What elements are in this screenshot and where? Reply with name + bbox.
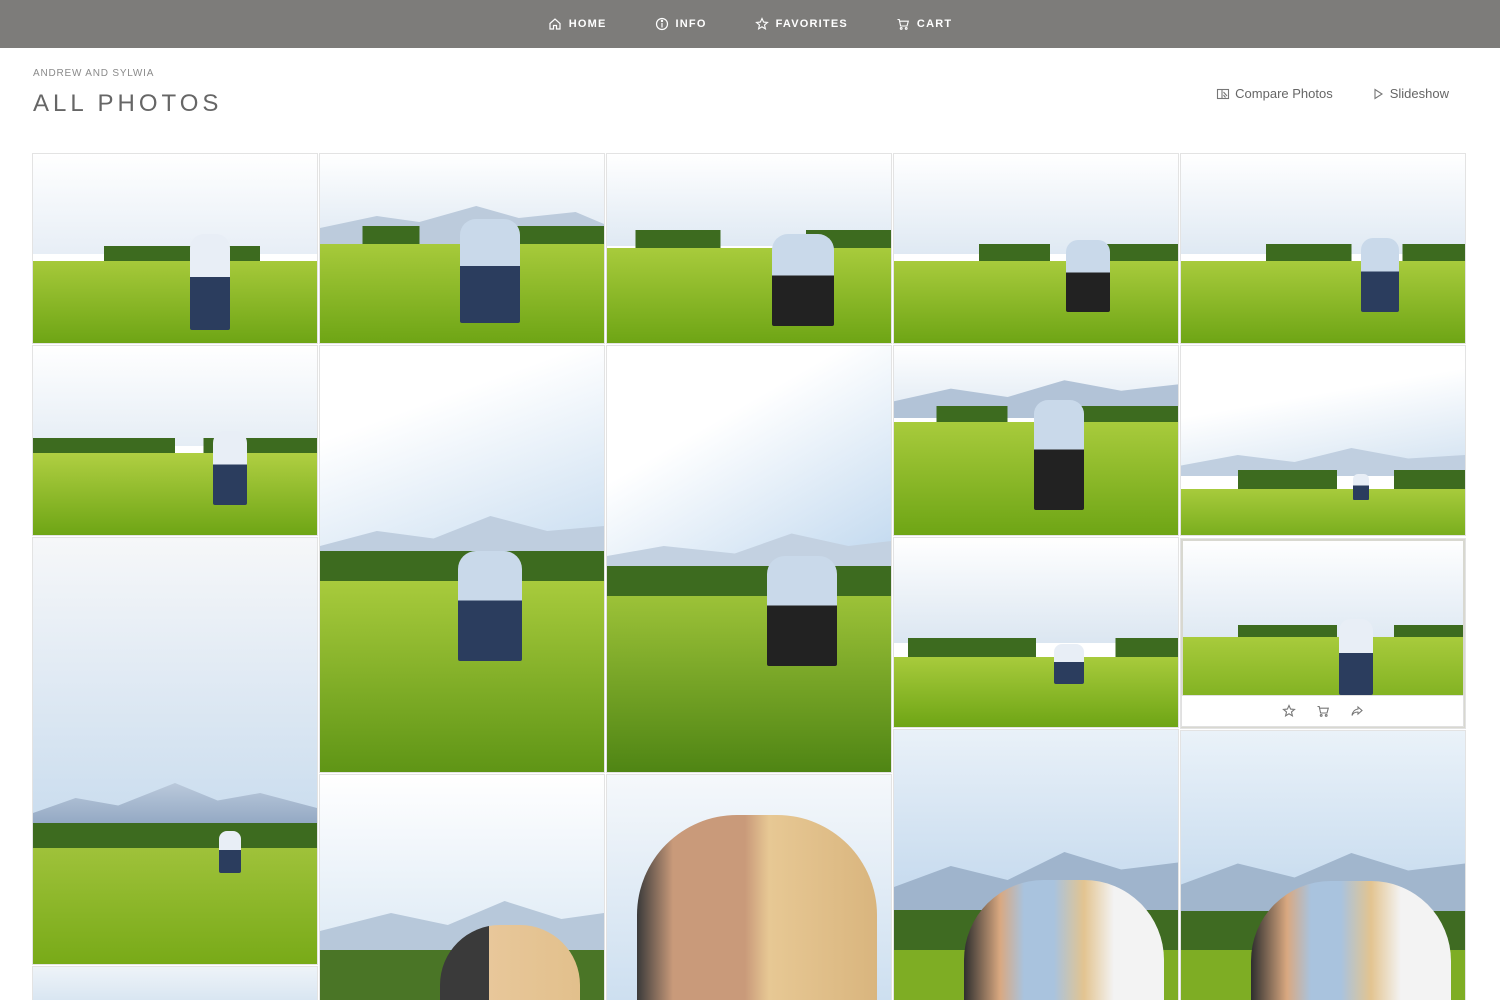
play-icon (1374, 87, 1383, 100)
nav-home[interactable]: HOME (548, 17, 607, 31)
photo-grass (607, 248, 891, 343)
photo-couple (213, 431, 247, 505)
photo-couple (1339, 619, 1373, 695)
photo-sky (894, 154, 1178, 254)
photo-sky (894, 538, 1178, 643)
photo-grass (1181, 489, 1465, 535)
nav-cart-label: CART (916, 18, 953, 30)
page-title: ALL PHOTOS (33, 90, 223, 117)
star-icon[interactable] (1281, 704, 1296, 718)
photo-thumbnail[interactable] (319, 774, 605, 1000)
share-icon[interactable] (1350, 704, 1364, 718)
photo-grass (1181, 261, 1465, 343)
photo-sky (1181, 154, 1465, 254)
nav-cart[interactable]: CART (896, 17, 952, 31)
photo-couple (190, 234, 230, 330)
photo-couple (460, 219, 520, 323)
photo-thumbnail[interactable] (893, 153, 1179, 344)
photo-sky (1181, 539, 1465, 637)
photo-trees (1181, 244, 1465, 262)
photo-grass (894, 261, 1178, 343)
info-icon (655, 17, 668, 31)
star-icon (754, 17, 769, 31)
photo-trees (33, 438, 317, 454)
photo-thumbnail[interactable] (32, 966, 318, 1000)
photo-couple (458, 551, 522, 661)
photo-action-bar (1181, 695, 1464, 727)
photo-couple (1034, 400, 1084, 510)
gallery-actions: Compare Photos Slideshow (1216, 86, 1449, 101)
nav-favorites[interactable]: FAVORITES (754, 17, 848, 31)
slideshow-label: Slideshow (1389, 86, 1449, 101)
photo-thumbnail[interactable] (319, 345, 605, 773)
photo-grass (33, 453, 317, 535)
photo-thumbnail[interactable] (1180, 730, 1466, 1000)
home-icon (549, 18, 561, 30)
photo-grass (607, 596, 891, 772)
photo-couple (772, 234, 834, 326)
photo-trees (33, 823, 317, 849)
gallery-subtitle: ANDREW AND SYLWIA (33, 68, 155, 79)
cart-icon (897, 18, 909, 30)
photo-sky (33, 967, 317, 1000)
photo-thumbnail[interactable] (606, 774, 892, 1000)
photo-trees (894, 244, 1178, 262)
photo-thumbnail[interactable] (32, 537, 318, 965)
photo-couple (1054, 644, 1084, 684)
compare-photos-button[interactable]: Compare Photos (1216, 86, 1333, 101)
photo-couple (964, 880, 1164, 1000)
photo-thumbnail[interactable] (1180, 153, 1466, 344)
cart-icon[interactable] (1316, 704, 1330, 718)
compare-icon (1217, 88, 1230, 99)
photo-couple (1353, 474, 1369, 500)
photo-thumbnail[interactable] (32, 153, 318, 344)
photo-sky (33, 346, 317, 446)
photo-sky (607, 346, 891, 576)
top-nav: HOME INFO FAVORITES CART (0, 0, 1500, 48)
photo-thumbnail[interactable] (606, 345, 892, 773)
slideshow-button[interactable]: Slideshow (1371, 86, 1449, 101)
photo-trees (1181, 470, 1465, 490)
photo-thumbnail[interactable] (893, 345, 1179, 536)
photo-thumbnail[interactable] (1180, 345, 1466, 536)
photo-couple (1066, 240, 1110, 312)
photo-grass (33, 261, 317, 343)
photo-couple (1251, 881, 1451, 1000)
photo-couple (637, 815, 877, 1000)
nav-favorites-label: FAVORITES (775, 18, 848, 30)
compare-photos-label: Compare Photos (1235, 86, 1333, 101)
nav-info[interactable]: INFO (655, 17, 707, 31)
photo-thumbnail[interactable] (32, 345, 318, 536)
photo-grass (33, 848, 317, 964)
photo-thumbnail[interactable] (893, 537, 1179, 728)
photo-trees (607, 230, 891, 248)
photo-couple (767, 556, 837, 666)
photo-grass (894, 657, 1178, 727)
nav-info-label: INFO (675, 18, 707, 30)
nav-home-label: HOME (568, 18, 607, 30)
photo-sky (33, 154, 317, 254)
photo-thumbnail[interactable] (893, 729, 1179, 1000)
photo-couple (1361, 238, 1399, 312)
photo-thumbnail[interactable] (606, 153, 892, 344)
photo-trees (607, 566, 891, 596)
photo-thumbnail[interactable] (319, 153, 605, 344)
photo-couple (219, 831, 241, 873)
